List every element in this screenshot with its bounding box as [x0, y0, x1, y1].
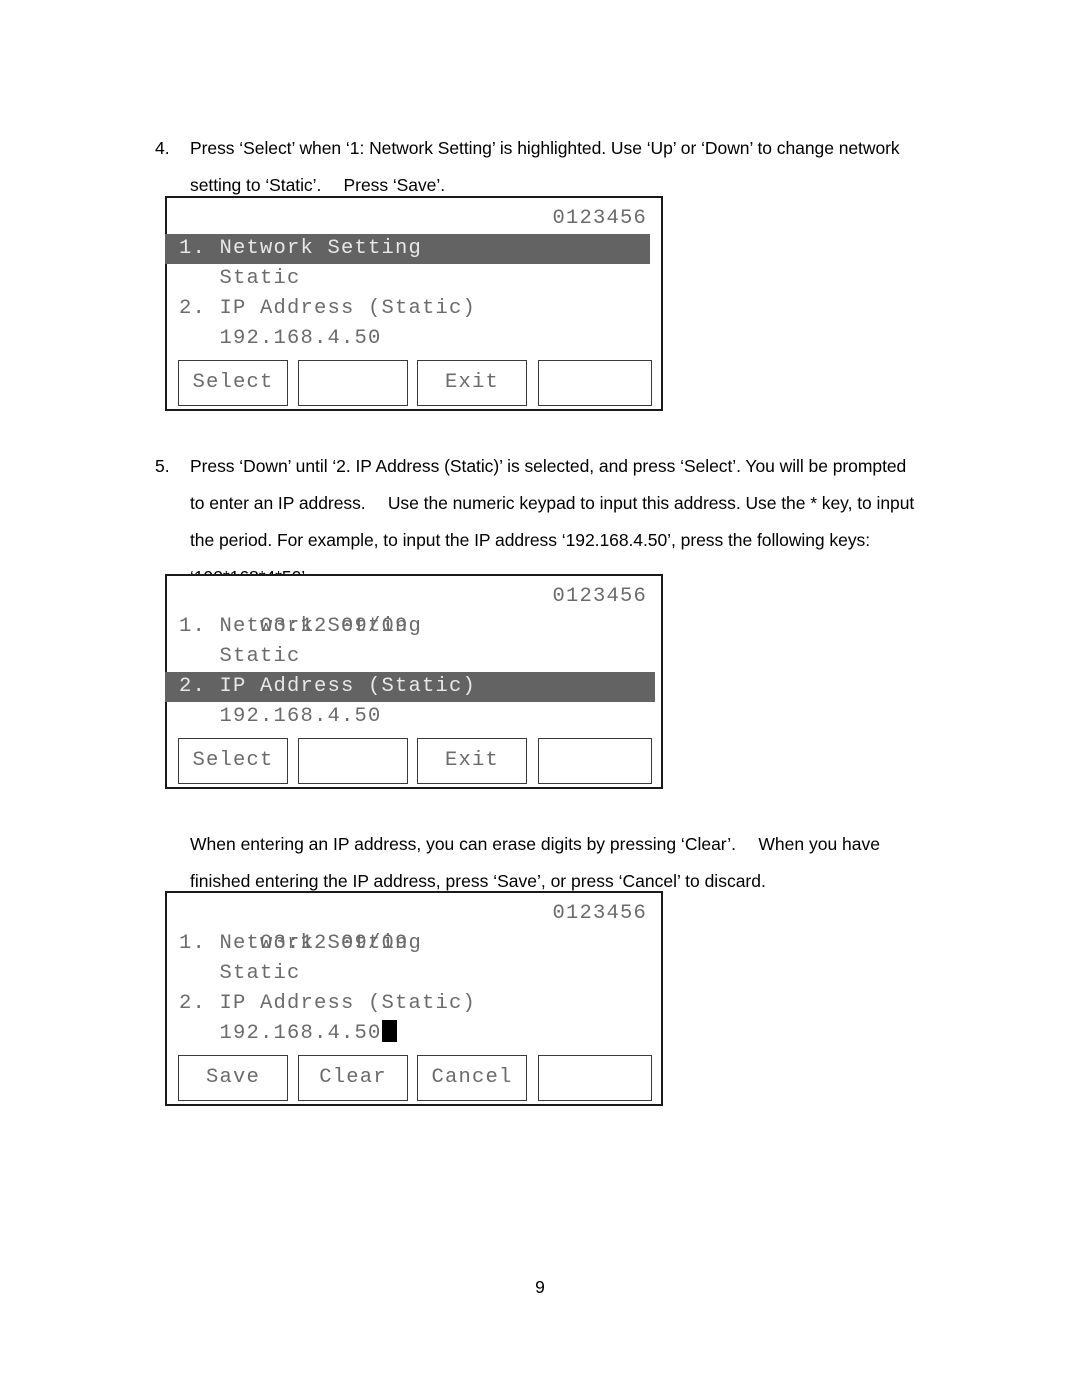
- text-cursor-icon: [381, 1020, 397, 1042]
- softkey-blank-4[interactable]: [538, 738, 652, 784]
- lcd-panel-3: 03:12 09/09 0123456 1. Network Setting S…: [165, 891, 663, 1106]
- lcd-panel-3-row-4: 192.168.4.50: [167, 1019, 661, 1049]
- softkey-select[interactable]: Select: [178, 738, 288, 784]
- step-4-number: 4.: [155, 138, 170, 158]
- lcd-panel-2-code: 0123456: [552, 585, 647, 608]
- softkey-blank-2[interactable]: [298, 738, 408, 784]
- step-5-line-3: the period. For example, to input the IP…: [190, 530, 871, 550]
- lcd-panel-1: 03:12 09/09 0123456 1. Network Setting S…: [165, 196, 663, 411]
- softkey-blank-4[interactable]: [538, 360, 652, 406]
- softkey-blank-2[interactable]: [298, 360, 408, 406]
- lcd-panel-3-ip-value: 192.168.4.50: [179, 1022, 382, 1045]
- step-5-line-2: to enter an IP address. Use the numeric …: [190, 493, 915, 513]
- step-4: 4. Press ‘Select’ when ‘1: Network Setti…: [155, 130, 925, 204]
- lcd-panel-2-row-3[interactable]: 2. IP Address (Static): [165, 672, 655, 702]
- lcd-panel-3-header: 03:12 09/09 0123456: [167, 899, 661, 955]
- softkey-cancel[interactable]: Cancel: [417, 1055, 527, 1101]
- softkey-clear[interactable]: Clear: [298, 1055, 408, 1101]
- lcd-panel-2-row-2: Static: [179, 645, 301, 668]
- softkey-exit[interactable]: Exit: [417, 360, 527, 406]
- step-5-number: 5.: [155, 456, 170, 476]
- note-line-1: When entering an IP address, you can era…: [190, 834, 881, 854]
- lcd-panel-3-row-3[interactable]: 2. IP Address (Static): [167, 989, 661, 1019]
- page-number: 9: [535, 1277, 545, 1297]
- lcd-panel-1-code: 0123456: [552, 207, 647, 230]
- softkey-select[interactable]: Select: [178, 360, 288, 406]
- step-4-text: Press ‘Select’ when ‘1: Network Setting’…: [190, 130, 925, 204]
- lcd-panel-3-row-2: Static: [179, 962, 301, 985]
- lcd-panel-1-screen: 03:12 09/09 0123456 1. Network Setting S…: [165, 198, 661, 356]
- softkey-exit[interactable]: Exit: [417, 738, 527, 784]
- softkey-blank-4[interactable]: [538, 1055, 652, 1101]
- lcd-panel-3-row-1[interactable]: 1. Network Setting: [167, 929, 661, 959]
- lcd-panel-1-row-1[interactable]: 1. Network Setting: [165, 234, 650, 264]
- step-5-line-1: Press ‘Down’ until ‘2. IP Address (Stati…: [190, 456, 907, 476]
- lcd-panel-1-row-3[interactable]: 2. IP Address (Static): [167, 294, 661, 324]
- note-paragraph: When entering an IP address, you can era…: [190, 826, 930, 900]
- lcd-panel-2-softkeys: Select Exit: [167, 738, 661, 787]
- lcd-panel-3-code: 0123456: [552, 902, 647, 925]
- lcd-panel-2-header: 03:12 09/09 0123456: [167, 582, 661, 638]
- lcd-panel-1-softkeys: Select Exit: [167, 360, 661, 409]
- lcd-panel-2: 03:12 09/09 0123456 1. Network Setting S…: [165, 574, 663, 789]
- lcd-panel-1-row-2: Static: [179, 267, 301, 290]
- lcd-panel-1-row-4: 192.168.4.50: [179, 327, 382, 350]
- lcd-panel-2-row-4: 192.168.4.50: [179, 705, 382, 728]
- lcd-panel-2-row-1[interactable]: 1. Network Setting: [167, 612, 661, 642]
- lcd-panel-3-softkeys: Save Clear Cancel: [167, 1055, 661, 1104]
- lcd-panel-3-screen: 03:12 09/09 0123456 1. Network Setting S…: [167, 893, 661, 1051]
- lcd-panel-1-header: 03:12 09/09 0123456: [167, 204, 661, 260]
- lcd-panel-2-screen: 03:12 09/09 0123456 1. Network Setting S…: [165, 576, 661, 734]
- step-4-line-1: Press ‘Select’ when ‘1: Network Setting’…: [190, 138, 900, 158]
- softkey-save[interactable]: Save: [178, 1055, 288, 1101]
